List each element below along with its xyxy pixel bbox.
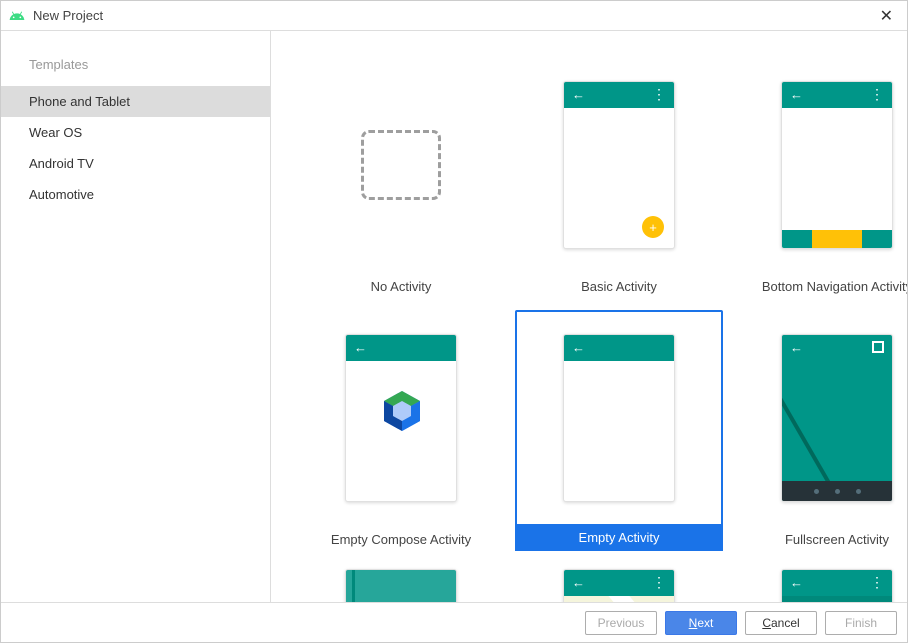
template-bottom-nav[interactable]: Bottom Navigation Activity [733, 57, 907, 294]
expand-icon [872, 341, 884, 353]
back-arrow-icon [572, 339, 585, 357]
overflow-menu-icon [652, 574, 666, 592]
sidebar-item-wear-os[interactable]: Wear OS [1, 117, 270, 148]
template-google-maps[interactable] [515, 567, 723, 602]
template-label: No Activity [297, 273, 505, 294]
preview-map [563, 569, 675, 602]
footer: Previous Next Cancel Finish [1, 602, 907, 642]
overflow-menu-icon [652, 86, 666, 104]
back-arrow-icon [572, 86, 585, 104]
back-arrow-icon [790, 574, 803, 592]
template-empty-activity[interactable]: Empty Activity [515, 310, 723, 551]
preview-scrolling: ★ [781, 569, 893, 602]
back-arrow-icon [790, 86, 803, 104]
template-label: Bottom Navigation Activity [733, 273, 907, 294]
back-arrow-icon [354, 339, 367, 357]
template-label: Empty Compose Activity [297, 526, 505, 547]
preview-no-activity [345, 81, 457, 249]
back-arrow-icon [790, 339, 803, 357]
next-button[interactable]: Next [665, 611, 737, 635]
preview-fullscreen [781, 334, 893, 502]
sidebar-header: Templates [1, 51, 270, 86]
template-label: Basic Activity [515, 273, 723, 294]
overflow-menu-icon [870, 574, 884, 592]
preview-compose [345, 334, 457, 502]
cancel-button[interactable]: Cancel [745, 611, 817, 635]
template-grid: No Activity + Basic Activity Bottom Navi… [297, 57, 881, 602]
template-fullscreen[interactable]: Fullscreen Activity [733, 310, 907, 551]
android-icon [9, 8, 25, 24]
template-empty-compose[interactable]: Empty Compose Activity [297, 310, 505, 551]
back-arrow-icon [572, 574, 585, 592]
template-basic-activity[interactable]: + Basic Activity [515, 57, 723, 294]
template-label: Empty Activity [515, 524, 723, 551]
finish-button[interactable]: Finish [825, 611, 897, 635]
close-button[interactable]: ✕ [880, 6, 893, 26]
template-grid-container: No Activity + Basic Activity Bottom Navi… [271, 31, 907, 602]
dialog-body: Templates Phone and Tablet Wear OS Andro… [1, 31, 907, 602]
template-scrolling[interactable]: ★ [733, 567, 907, 602]
sidebar-item-automotive[interactable]: Automotive [1, 179, 270, 210]
sidebar-item-phone-tablet[interactable]: Phone and Tablet [1, 86, 270, 117]
preview-bottomnav [781, 81, 893, 249]
sidebar: Templates Phone and Tablet Wear OS Andro… [1, 31, 271, 602]
preview-empty [563, 334, 675, 502]
preview-interstitial: Interstitial Ad [345, 569, 457, 602]
preview-basic: + [563, 81, 675, 249]
titlebar: New Project ✕ [1, 1, 907, 31]
window-title: New Project [33, 8, 103, 23]
template-interstitial[interactable]: Interstitial Ad [297, 567, 505, 602]
sidebar-item-android-tv[interactable]: Android TV [1, 148, 270, 179]
jetpack-compose-icon [378, 387, 426, 435]
fab-icon: + [642, 216, 664, 238]
template-label: Fullscreen Activity [733, 526, 907, 547]
template-no-activity[interactable]: No Activity [297, 57, 505, 294]
previous-button[interactable]: Previous [585, 611, 657, 635]
overflow-menu-icon [870, 86, 884, 104]
